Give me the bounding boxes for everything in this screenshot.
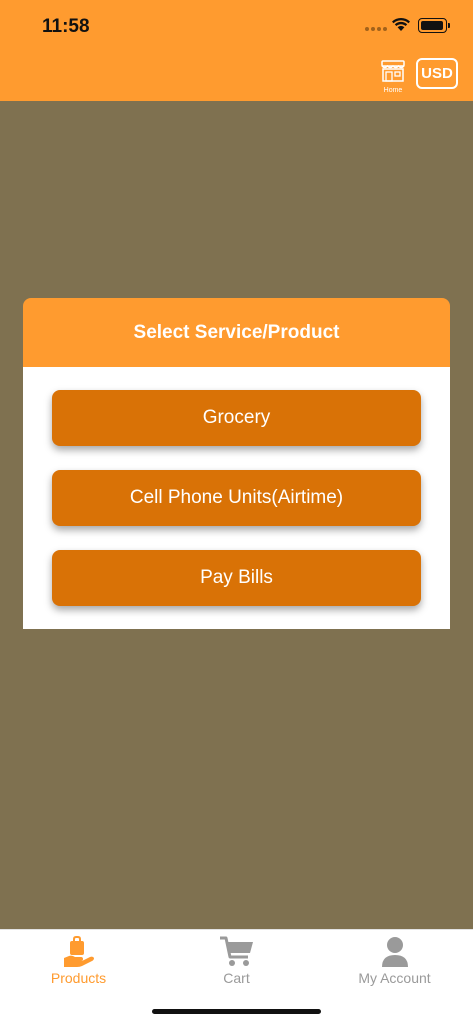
tab-label: Cart bbox=[223, 970, 250, 986]
home-label: Home bbox=[383, 87, 403, 94]
wifi-icon bbox=[392, 17, 410, 31]
cellular-signal-icon bbox=[365, 27, 387, 31]
home-indicator bbox=[152, 1009, 321, 1014]
shopping-bag-hand-icon bbox=[63, 936, 94, 967]
tab-my-account[interactable]: My Account bbox=[316, 936, 473, 986]
tab-cart[interactable]: Cart bbox=[158, 936, 315, 986]
grocery-button[interactable]: Grocery bbox=[52, 390, 421, 446]
user-icon bbox=[381, 937, 408, 967]
cart-icon bbox=[219, 936, 253, 966]
home-button[interactable]: Home bbox=[378, 60, 408, 94]
select-service-dialog: Select Service/Product Grocery Cell Phon… bbox=[23, 298, 450, 629]
app-header: 11:58 Home USD bbox=[0, 0, 473, 101]
store-icon bbox=[381, 60, 405, 82]
dialog-title: Select Service/Product bbox=[23, 298, 450, 367]
currency-button[interactable]: USD bbox=[416, 58, 458, 89]
tab-products[interactable]: Products bbox=[0, 936, 157, 986]
tab-label: My Account bbox=[358, 970, 431, 986]
airtime-button[interactable]: Cell Phone Units(Airtime) bbox=[52, 470, 421, 526]
battery-icon bbox=[418, 18, 450, 33]
tab-label: Products bbox=[50, 970, 107, 986]
pay-bills-button[interactable]: Pay Bills bbox=[52, 550, 421, 606]
dialog-body: Grocery Cell Phone Units(Airtime) Pay Bi… bbox=[23, 367, 450, 629]
status-time: 11:58 bbox=[42, 16, 90, 37]
